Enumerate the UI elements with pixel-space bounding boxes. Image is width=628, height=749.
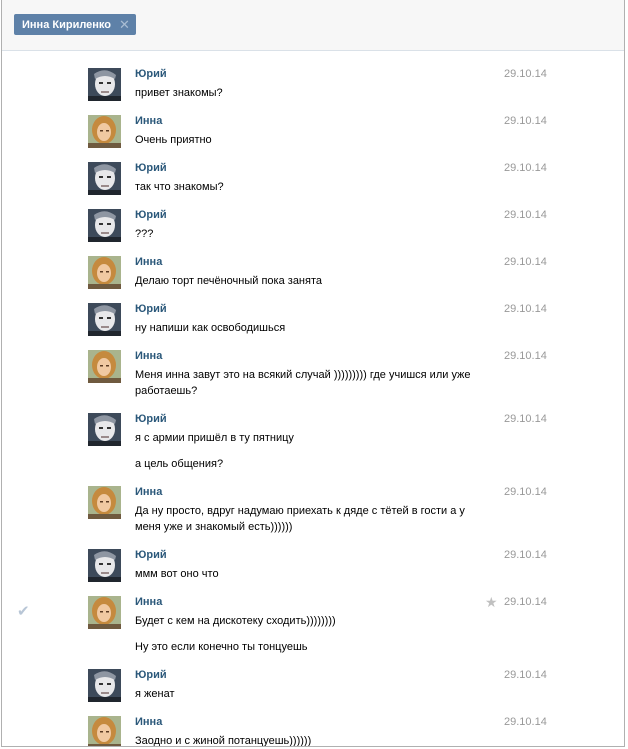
- message-text: так что знакомы?: [135, 181, 224, 193]
- message-text: Меня инна завут это на всякий случай )))…: [135, 369, 471, 381]
- message-date[interactable]: 29.10.14: [504, 596, 547, 608]
- avatar[interactable]: [88, 350, 121, 383]
- message-date[interactable]: 29.10.14: [504, 162, 547, 174]
- message-author[interactable]: Юрий: [135, 162, 167, 174]
- message-text-followup: а цель общения?: [135, 458, 224, 470]
- message-text: я с армии пришёл в ту пятницу: [135, 432, 294, 444]
- tab-conversation[interactable]: Инна Кириленко ✕: [14, 14, 136, 35]
- avatar[interactable]: [88, 115, 121, 148]
- message-text: ммм вот оно что: [135, 568, 219, 580]
- dialog-window: Инна Кириленко ✕ Юрий 29.10.14 привет знак…: [1, 0, 625, 747]
- message-author[interactable]: Инна: [135, 350, 162, 362]
- tab-title: Инна Кириленко: [22, 18, 112, 31]
- star-icon[interactable]: ★: [485, 594, 498, 611]
- avatar[interactable]: [88, 549, 121, 582]
- message-date[interactable]: 29.10.14: [504, 115, 547, 127]
- message-text: Очень приятно: [135, 134, 212, 146]
- avatar[interactable]: [88, 486, 121, 519]
- avatar[interactable]: [88, 596, 121, 629]
- message-author[interactable]: Инна: [135, 486, 162, 498]
- tab-bar: Инна Кириленко ✕: [2, 0, 624, 51]
- message-text: я женат: [135, 688, 175, 700]
- message-date[interactable]: 29.10.14: [504, 549, 547, 561]
- message-author[interactable]: Инна: [135, 256, 162, 268]
- message-text: ну напиши как освободишься: [135, 322, 286, 334]
- avatar[interactable]: [88, 256, 121, 289]
- message-text: Да ну просто, вдруг надумаю приехать к д…: [135, 505, 465, 517]
- message-author[interactable]: Инна: [135, 716, 162, 728]
- message-author[interactable]: Юрий: [135, 209, 167, 221]
- message-text: привет знакомы?: [135, 87, 223, 99]
- message-author[interactable]: Юрий: [135, 303, 167, 315]
- checkmark-icon[interactable]: ✔: [17, 602, 30, 620]
- message-text: работаешь?: [135, 385, 198, 397]
- avatar[interactable]: [88, 669, 121, 702]
- message-author[interactable]: Юрий: [135, 669, 167, 681]
- message-date[interactable]: 29.10.14: [504, 350, 547, 362]
- message-text: меня уже и знакомый есть)))))): [135, 521, 293, 533]
- message-text-followup: Ну это если конечно ты тонцуешь: [135, 641, 308, 653]
- message-text: ???: [135, 228, 154, 240]
- message-author[interactable]: Юрий: [135, 413, 167, 425]
- message-date[interactable]: 29.10.14: [504, 716, 547, 728]
- message-date[interactable]: 29.10.14: [504, 209, 547, 221]
- avatar[interactable]: [88, 162, 121, 195]
- avatar[interactable]: [88, 413, 121, 446]
- message-author[interactable]: Юрий: [135, 68, 167, 80]
- avatar[interactable]: [88, 303, 121, 336]
- message-author[interactable]: Юрий: [135, 549, 167, 561]
- message-date[interactable]: 29.10.14: [504, 256, 547, 268]
- message-date[interactable]: 29.10.14: [504, 669, 547, 681]
- message-date[interactable]: 29.10.14: [504, 486, 547, 498]
- message-date[interactable]: 29.10.14: [504, 68, 547, 80]
- message-date[interactable]: 29.10.14: [504, 303, 547, 315]
- avatar[interactable]: [88, 209, 121, 242]
- message-author[interactable]: Инна: [135, 115, 162, 127]
- message-text: Заодно и с жиной потанцуешь)))))): [135, 735, 312, 747]
- avatar[interactable]: [88, 716, 121, 746]
- close-icon[interactable]: ✕: [119, 18, 130, 31]
- message-date[interactable]: 29.10.14: [504, 413, 547, 425]
- avatar[interactable]: [88, 68, 121, 101]
- message-text: Будет с кем на дискотеку сходить)))))))): [135, 615, 336, 627]
- message-author[interactable]: Инна: [135, 596, 162, 608]
- message-text: Делаю торт печёночный пока занята: [135, 275, 322, 287]
